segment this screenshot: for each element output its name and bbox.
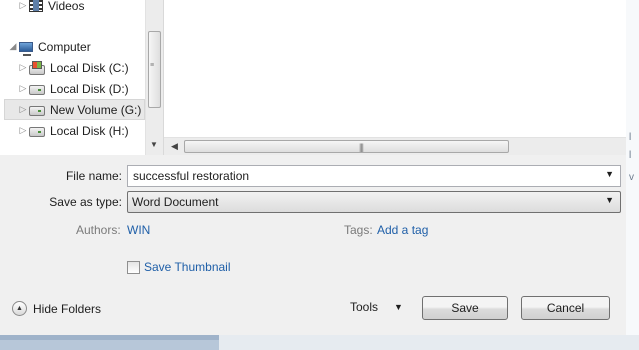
tools-label: Tools bbox=[350, 300, 379, 314]
tools-menu-button[interactable]: Tools ▼ bbox=[350, 300, 403, 314]
dropdown-arrow-icon[interactable]: ▼ bbox=[605, 169, 614, 179]
system-drive-icon bbox=[29, 60, 45, 75]
dropdown-arrow-icon: ▼ bbox=[394, 302, 403, 312]
nav-item-label: Computer bbox=[38, 39, 91, 54]
nav-item-label: Local Disk (H:) bbox=[50, 123, 129, 138]
expand-arrow-icon[interactable]: ▷ bbox=[17, 125, 29, 136]
scrollbar-thumb[interactable] bbox=[148, 31, 161, 108]
save-button[interactable]: Save bbox=[422, 296, 508, 320]
expand-arrow-icon[interactable]: ▷ bbox=[17, 83, 29, 94]
hide-folders-label: Hide Folders bbox=[33, 301, 102, 316]
grip-icon: ||| bbox=[359, 142, 364, 152]
save-thumbnail-option[interactable]: Save Thumbnail bbox=[127, 260, 231, 274]
save-as-type-select[interactable]: Word Document ▼ bbox=[127, 191, 621, 213]
background-window-edge: l l v bbox=[626, 0, 639, 350]
save-as-type-value: Word Document bbox=[132, 195, 219, 209]
nav-item-local-disk-d[interactable]: ▷ Local Disk (D:) bbox=[0, 78, 145, 99]
nav-item-videos[interactable]: ▷ Videos bbox=[0, 0, 145, 16]
add-tag-link[interactable]: Add a tag bbox=[377, 223, 428, 237]
expand-arrow-icon[interactable]: ▷ bbox=[17, 0, 29, 11]
save-as-type-label: Save as type: bbox=[49, 195, 122, 209]
file-list-pane[interactable] bbox=[164, 0, 626, 155]
save-thumbnail-label: Save Thumbnail bbox=[144, 260, 231, 274]
scrollbar-thumb[interactable]: ||| bbox=[184, 140, 509, 153]
authors-label: Authors: bbox=[76, 223, 121, 237]
scroll-left-arrow-icon[interactable]: ◀ bbox=[171, 141, 178, 152]
nav-vertical-scrollbar[interactable]: ≡ ▼ bbox=[145, 0, 163, 155]
background-fragment: l bbox=[629, 132, 632, 143]
chevron-up-icon: ▲ bbox=[12, 301, 27, 316]
drive-icon bbox=[29, 106, 45, 116]
film-icon bbox=[29, 0, 43, 12]
save-thumbnail-checkbox[interactable] bbox=[127, 260, 140, 274]
nav-item-label: Videos bbox=[48, 0, 85, 13]
expand-arrow-icon[interactable]: ▷ bbox=[17, 62, 29, 73]
nav-item-label: Local Disk (C:) bbox=[50, 60, 129, 75]
drive-icon bbox=[29, 85, 45, 95]
scroll-down-arrow-icon[interactable]: ▼ bbox=[150, 140, 158, 149]
nav-item-computer[interactable]: ◢ Computer bbox=[0, 36, 145, 57]
navigation-pane: ▷ Videos ◢ Computer ▷ Local Disk (C:) ▷ … bbox=[0, 0, 164, 155]
cancel-button[interactable]: Cancel bbox=[521, 296, 610, 320]
nav-item-local-disk-h[interactable]: ▷ Local Disk (H:) bbox=[0, 120, 145, 141]
nav-item-local-disk-c[interactable]: ▷ Local Disk (C:) bbox=[0, 57, 145, 78]
hide-folders-button[interactable]: ▲ Hide Folders bbox=[12, 301, 101, 316]
nav-item-new-volume-g[interactable]: ▷ New Volume (G:) bbox=[4, 99, 145, 120]
file-horizontal-scrollbar[interactable]: ◀ ||| bbox=[164, 137, 626, 155]
collapse-arrow-icon[interactable]: ◢ bbox=[7, 41, 19, 52]
grip-icon: ≡ bbox=[150, 62, 155, 69]
dropdown-arrow-icon[interactable]: ▼ bbox=[605, 195, 614, 205]
background-fragment: l bbox=[629, 150, 632, 161]
authors-value[interactable]: WIN bbox=[127, 223, 150, 237]
expand-arrow-icon[interactable]: ▷ bbox=[17, 104, 29, 115]
background-fragment: v bbox=[629, 172, 634, 183]
background-taskbar-edge bbox=[0, 335, 639, 350]
background-bar-highlight bbox=[0, 335, 219, 340]
file-name-input[interactable]: successful restoration ▼ bbox=[127, 165, 621, 187]
file-name-label: File name: bbox=[65, 169, 122, 183]
file-name-value: successful restoration bbox=[133, 169, 250, 183]
tags-label: Tags: bbox=[344, 223, 373, 237]
computer-icon bbox=[19, 41, 33, 56]
save-as-dialog: ▷ Videos ◢ Computer ▷ Local Disk (C:) ▷ … bbox=[0, 0, 626, 335]
nav-item-label: New Volume (G:) bbox=[50, 102, 142, 117]
nav-item-label: Local Disk (D:) bbox=[50, 81, 129, 96]
drive-icon bbox=[29, 127, 45, 137]
